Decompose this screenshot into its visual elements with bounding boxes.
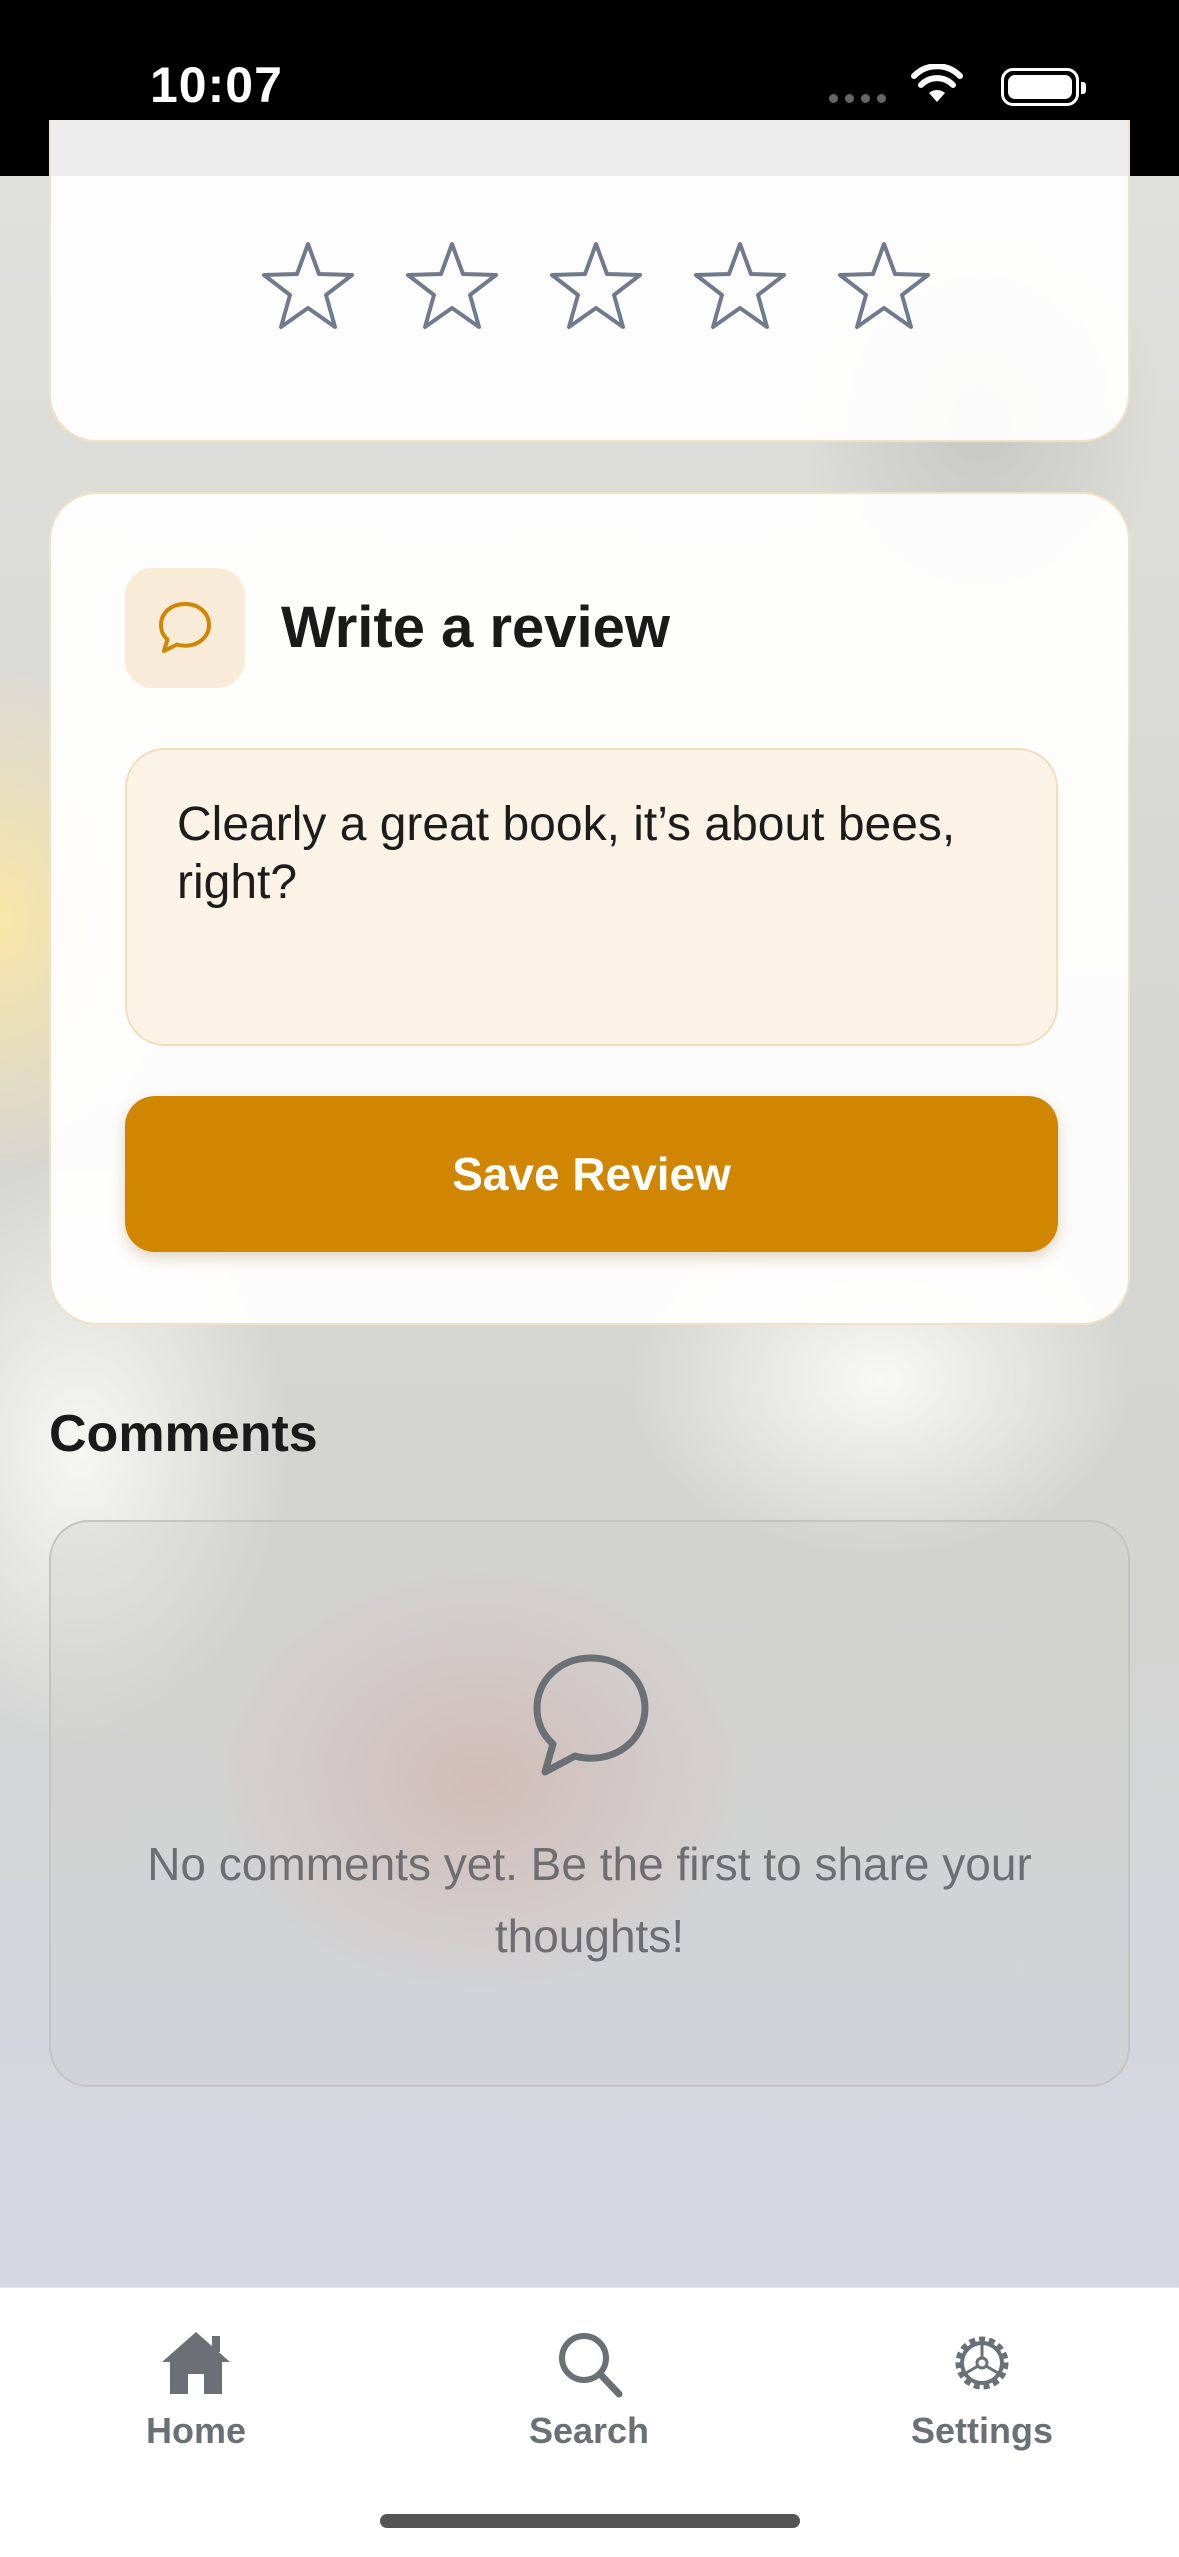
rating-card xyxy=(49,120,1130,442)
star-5-icon[interactable] xyxy=(834,236,934,336)
empty-comments-message: No comments yet. Be the first to share y… xyxy=(147,1838,1032,1962)
search-icon xyxy=(559,2333,623,2398)
tab-search[interactable]: Search xyxy=(469,2328,709,2452)
battery-icon xyxy=(1001,68,1086,106)
wifi-icon xyxy=(911,64,963,102)
tab-home-label: Home xyxy=(145,2410,247,2451)
review-textarea[interactable]: Clearly a great book, it’s about bees, r… xyxy=(125,748,1058,1046)
star-2-icon[interactable] xyxy=(402,236,502,336)
save-review-button[interactable]: Save Review xyxy=(125,1096,1058,1252)
cellular-signal-icon xyxy=(829,94,889,104)
home-indicator xyxy=(380,2514,800,2528)
star-4-icon[interactable] xyxy=(690,236,790,336)
comments-empty-state: No comments yet. Be the first to share y… xyxy=(49,1520,1130,2087)
comments-heading: Comments xyxy=(49,1405,318,1463)
review-icon-box xyxy=(125,568,245,688)
star-3-icon[interactable] xyxy=(546,236,646,336)
tab-settings[interactable]: Settings xyxy=(862,2328,1102,2452)
tab-settings-label: Settings xyxy=(910,2410,1053,2451)
comment-bubble-icon xyxy=(533,1654,649,1776)
review-title: Write a review xyxy=(281,595,671,660)
star-1-icon[interactable] xyxy=(258,236,358,336)
tab-search-label: Search xyxy=(528,2410,650,2451)
tab-home[interactable]: Home xyxy=(76,2328,316,2452)
home-icon xyxy=(162,2332,230,2394)
gear-icon xyxy=(955,2336,1009,2390)
chat-bubble-icon xyxy=(159,602,211,653)
review-card: Write a review Clearly a great book, it’… xyxy=(49,492,1130,1325)
status-time: 10:07 xyxy=(150,57,283,113)
